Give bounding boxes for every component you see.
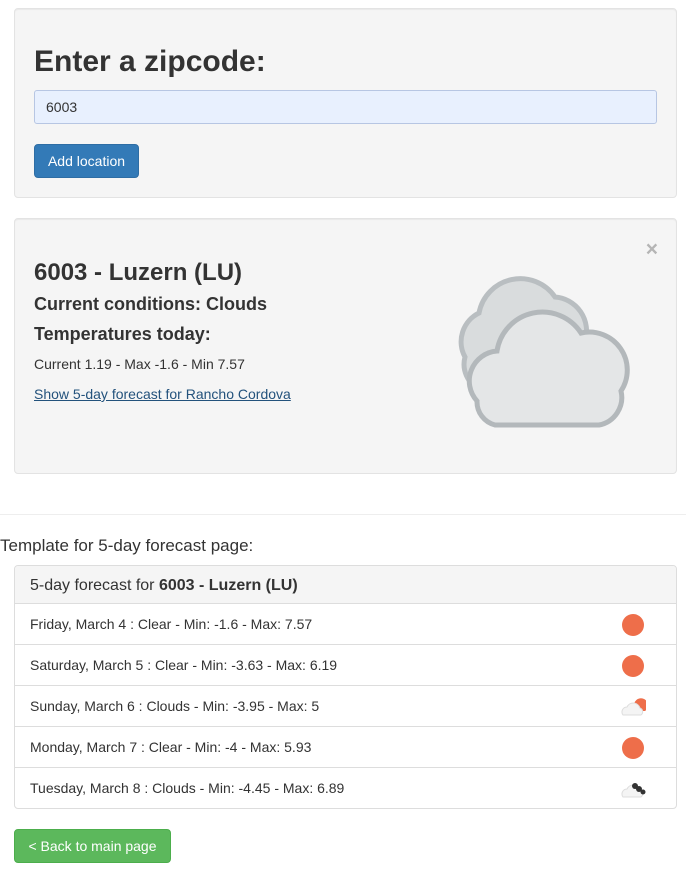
divider <box>0 514 686 515</box>
temperatures-heading: Temperatures today: <box>34 324 211 344</box>
forecast-heading-location: 6003 - Luzern (LU) <box>158 577 298 594</box>
forecast-row-text: Sunday, March 6 : Clouds - Min: -3.95 - … <box>30 698 320 714</box>
location-title: 6003 - Luzern (LU) <box>34 259 243 286</box>
forecast-heading-prefix: 5-day forecast for <box>30 577 159 594</box>
clear-sun-icon <box>622 655 644 677</box>
add-location-button[interactable]: Add location <box>34 144 139 178</box>
clear-sun-icon <box>622 614 644 636</box>
forecast-row-text: Saturday, March 5 : Clear - Min: -3.63 -… <box>30 657 338 673</box>
current-temperatures: Current 1.19 - Max -1.6 - Min 7.57 <box>34 356 245 372</box>
back-to-main-button[interactable]: < Back to main page <box>14 829 171 863</box>
template-heading: Template for 5-day forecast page: <box>0 536 254 555</box>
zipcode-title: Enter a zipcode: <box>34 45 266 78</box>
forecast-link[interactable]: Show 5-day forecast for Rancho Cordova <box>34 386 291 402</box>
partly-cloudy-icon <box>621 698 646 716</box>
close-icon[interactable]: × <box>646 239 658 260</box>
zipcode-form: Enter a zipcode: Add location <box>14 8 677 198</box>
forecast-row: Friday, March 4 : Clear - Min: -1.6 - Ma… <box>15 604 676 645</box>
location-card: × 6003 - Luzern (LU) Current conditions:… <box>14 218 677 474</box>
clear-sun-icon <box>622 737 644 759</box>
forecast-panel: 5-day forecast for 6003 - Luzern (LU) Fr… <box>14 565 677 809</box>
current-conditions: Current conditions: Clouds <box>34 294 267 314</box>
forecast-row: Saturday, March 5 : Clear - Min: -3.63 -… <box>15 645 676 686</box>
zipcode-input[interactable] <box>34 90 657 124</box>
dark-clouds-icon <box>621 783 646 798</box>
forecast-row: Tuesday, March 8 : Clouds - Min: -4.45 -… <box>15 768 676 808</box>
forecast-row: Monday, March 7 : Clear - Min: -4 - Max:… <box>15 727 676 768</box>
forecast-row-text: Friday, March 4 : Clear - Min: -1.6 - Ma… <box>30 616 313 632</box>
forecast-row: Sunday, March 6 : Clouds - Min: -3.95 - … <box>15 686 676 727</box>
forecast-panel-heading: 5-day forecast for 6003 - Luzern (LU) <box>15 566 676 604</box>
forecast-row-text: Monday, March 7 : Clear - Min: -4 - Max:… <box>30 739 312 755</box>
forecast-row-text: Tuesday, March 8 : Clouds - Min: -4.45 -… <box>30 780 345 796</box>
clouds-icon <box>458 276 630 428</box>
